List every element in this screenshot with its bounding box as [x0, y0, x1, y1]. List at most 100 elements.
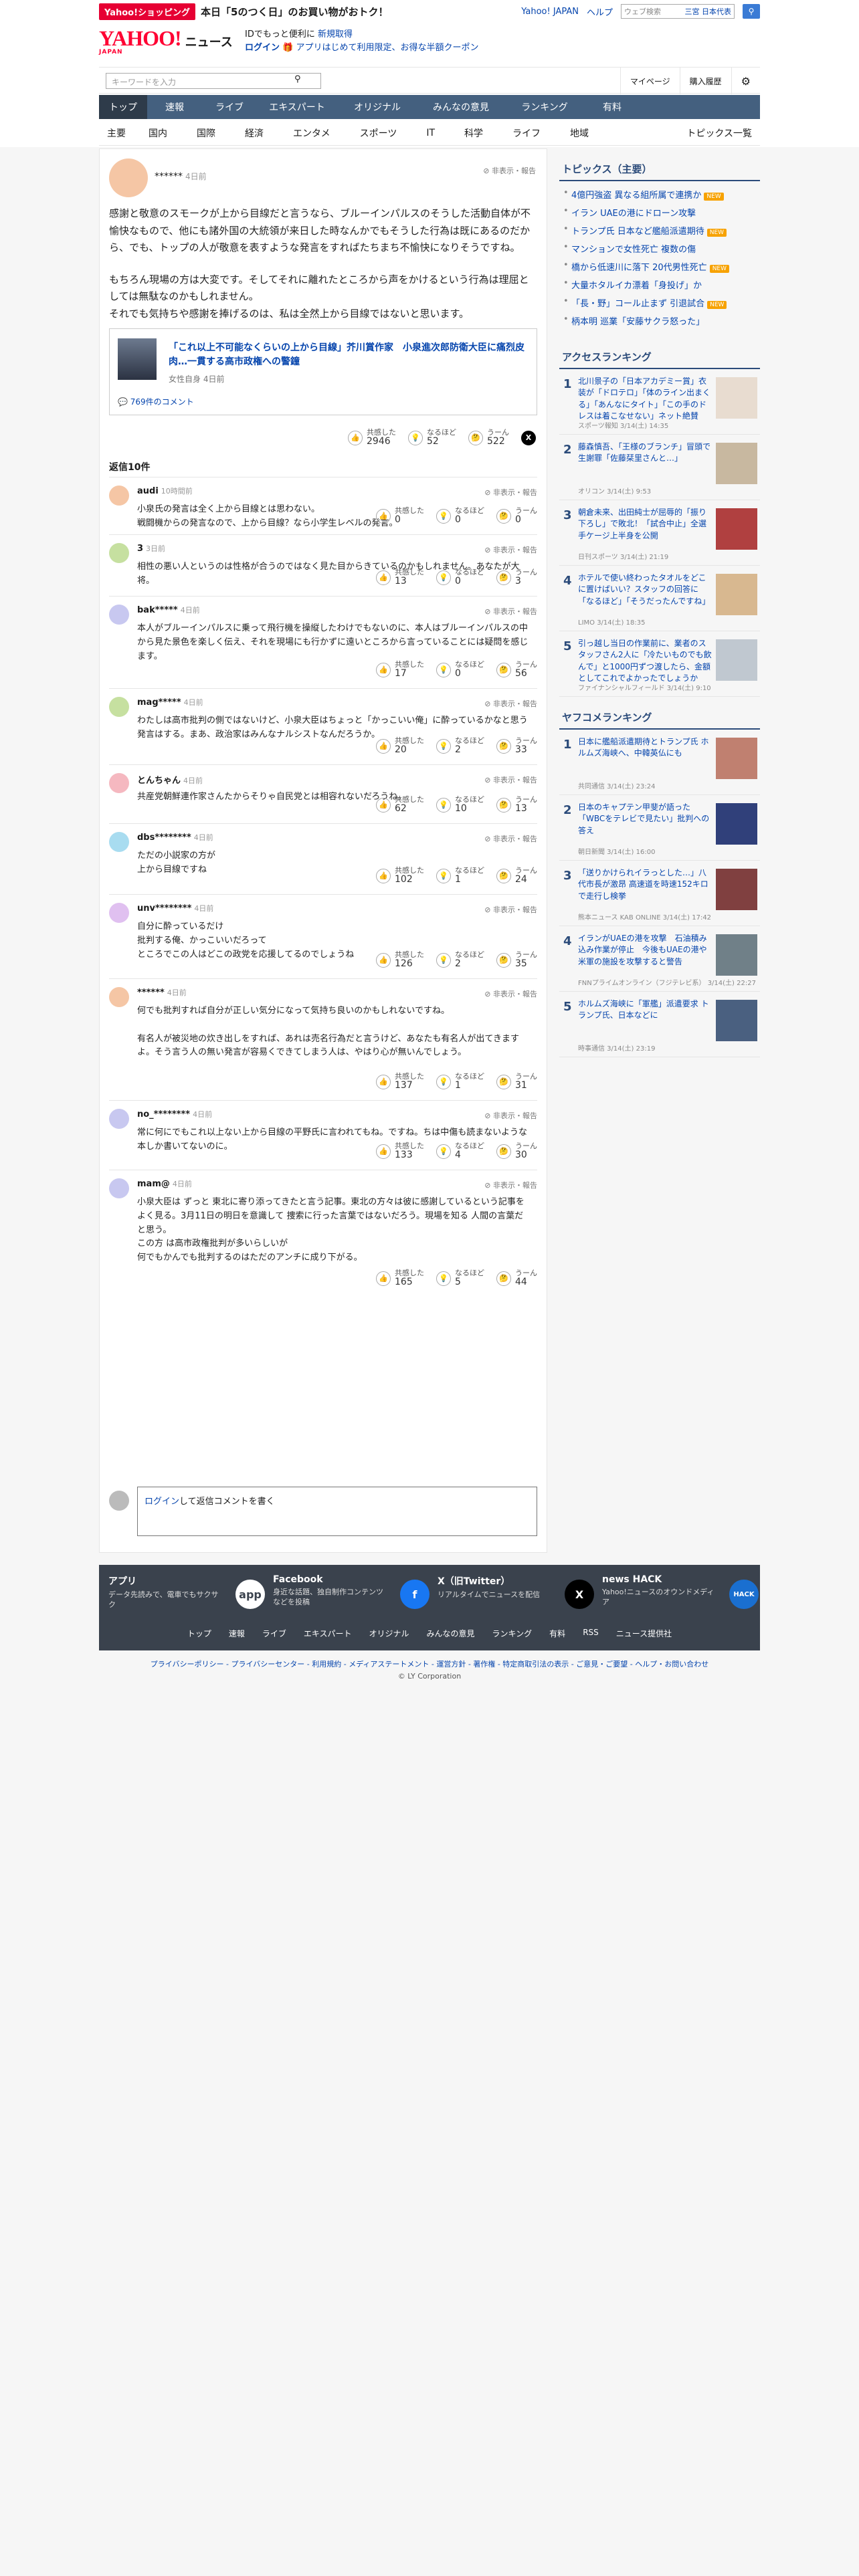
x-share-button[interactable]: X — [521, 429, 536, 447]
uun-button[interactable]: 🤔 うーん 56 — [496, 660, 537, 679]
empathy-button[interactable]: 👍 共感した 17 — [376, 660, 424, 679]
topic-text[interactable]: トランプ氏 日本など艦船派遣期待 — [571, 227, 704, 237]
footer-nav-link[interactable]: ライブ — [262, 1628, 286, 1639]
uun-button[interactable]: 🤔 うーん 522 — [468, 428, 509, 447]
topic-text[interactable]: 柄本明 巡業「安藤サクラ怒った」 — [571, 317, 704, 327]
hide-report-link[interactable]: ⊘ 非表示・報告 — [484, 833, 537, 844]
topic-text[interactable]: イラン UAEの港にドローン攻撃 — [571, 209, 696, 219]
snav-economy[interactable]: 経済 — [230, 126, 278, 140]
gnav-ranking[interactable]: ランキング — [504, 95, 585, 119]
hide-report-link[interactable]: ⊘ 非表示・報告 — [484, 1180, 537, 1190]
snav-science[interactable]: 科学 — [450, 126, 498, 140]
rank-title[interactable]: 朝倉未来、出田純士が屈辱的「振り下ろし」で敗北！「試合中止」全選手ケージ上半身を… — [578, 507, 712, 542]
footer-nav-link[interactable]: エキスパート — [304, 1628, 352, 1639]
uun-button[interactable]: 🤔 うーん 0 — [496, 506, 537, 525]
naruhodo-button[interactable]: 💡 なるほど 2 — [436, 736, 484, 755]
ranking-item[interactable]: 5 ホルムズ海峡に「軍艦」派遣要求 トランプ氏、日本などに 時事通信 3/14(… — [559, 992, 760, 1057]
footer-nav-link[interactable]: ニュース提供社 — [616, 1628, 672, 1639]
topic-item[interactable]: 「長・野」コール止まず 引退試合NEW — [559, 294, 760, 312]
footer-tile[interactable]: X（旧Twitter） リアルタイムでニュースを配信 X — [438, 1574, 599, 1616]
topic-text[interactable]: 大量ホタルイカ漂着「身投げ」か — [571, 281, 702, 291]
topic-text[interactable]: 4億円強盗 異なる組所属で連携か — [571, 191, 701, 201]
footer-nav-link[interactable]: オリジナル — [369, 1628, 409, 1639]
ranking-item[interactable]: 3 「送りかけられイラっとした…」八代市長が激昂 高速道を時速152キロで走行し… — [559, 861, 760, 926]
websearch-button[interactable]: ⚲ — [743, 4, 760, 19]
hide-report-link[interactable]: ⊘ 非表示・報告 — [484, 904, 537, 915]
ranking-item[interactable]: 2 日本のキャプテン甲斐が語った「WBCをテレビで見たい」批判への答え 朝日新聞… — [559, 795, 760, 861]
ranking-item[interactable]: 4 ホテルで使い終わったタオルをどこに置けばいい？スタッフの回答に「なるほど」「… — [559, 566, 760, 631]
empathy-button[interactable]: 👍 共感した 133 — [376, 1142, 424, 1160]
gnav-live[interactable]: ライブ — [202, 95, 257, 119]
topic-text[interactable]: 橋から低速川に落下 20代男性死亡 — [571, 263, 707, 273]
hide-report-link[interactable]: ⊘ 非表示・報告 — [484, 698, 537, 709]
settings-button[interactable]: ⚙ — [731, 68, 760, 94]
ranking-item[interactable]: 4 イランがUAEの港を攻撃 石油積み込み作業が停止 今後もUAEの港や米軍の施… — [559, 926, 760, 992]
rank-title[interactable]: 日本に艦船派遣期待とトランプ氏 ホルムズ海峡へ、中韓英仏にも — [578, 736, 712, 760]
rank-title[interactable]: 「送りかけられイラっとした…」八代市長が激昂 高速道を時速152キロで走行し検挙 — [578, 867, 712, 902]
ranking-item[interactable]: 3 朝倉未来、出田純士が屈辱的「振り下ろし」で敗北！「試合中止」全選手ケージ上半… — [559, 500, 760, 566]
hide-report-link[interactable]: ⊘ 非表示・報告 — [484, 544, 537, 555]
empathy-button[interactable]: 👍 共感した 13 — [376, 568, 424, 586]
websearch-input[interactable]: ウェブ検索 三宮 日本代表 — [621, 4, 735, 19]
ranking-item[interactable]: 1 日本に艦船派遣期待とトランプ氏 ホルムズ海峡へ、中韓英仏にも 共同通信 3/… — [559, 730, 760, 795]
footer-nav-link[interactable]: 速報 — [229, 1628, 245, 1639]
topic-item[interactable]: マンションで女性死亡 複数の傷 — [559, 239, 760, 257]
keyword-search-button[interactable]: ⚲ — [294, 74, 308, 88]
naruhodo-button[interactable]: 💡 なるほど 52 — [408, 428, 456, 447]
gnav-top[interactable]: トップ — [99, 95, 147, 119]
snav-domestic[interactable]: 国内 — [134, 126, 182, 140]
yahoo-news-logo[interactable]: YAHOO! JAPAN ニュース — [99, 25, 233, 58]
gnav-breaking[interactable]: 速報 — [147, 95, 202, 119]
empathy-button[interactable]: 👍 共感した 20 — [376, 736, 424, 755]
empathy-button[interactable]: 👍 共感した 0 — [376, 506, 424, 525]
mypage-button[interactable]: マイページ — [619, 68, 680, 94]
topic-text[interactable]: マンションで女性死亡 複数の傷 — [571, 245, 696, 255]
ranking-item[interactable]: 1 北川景子の「日本アカデミー賞」衣装が「ドロテロ」「体のライン出まくる」「あん… — [559, 369, 760, 435]
footer-tile[interactable]: news HACK Yahoo!ニュースのオウンドメディア HACK — [602, 1574, 764, 1616]
hide-report-link[interactable]: ⊘ 非表示・報告 — [484, 988, 537, 999]
rank-title[interactable]: 藤森慎吾、「王様のブランチ」冒頭で生謝罪「佐藤栞里さんと…」 — [578, 441, 712, 465]
gnav-original[interactable]: オリジナル — [337, 95, 417, 119]
topic-item[interactable]: イラン UAEの港にドローン攻撃 — [559, 203, 760, 221]
yahoo-japan-link[interactable]: Yahoo! JAPAN — [521, 7, 579, 17]
empathy-button[interactable]: 👍 共感した 62 — [376, 795, 424, 814]
empathy-button[interactable]: 👍 共感した 102 — [376, 866, 424, 885]
topic-item[interactable]: 4億円強盗 異なる組所属で連携かNEW — [559, 185, 760, 203]
uun-button[interactable]: 🤔 うーん 44 — [496, 1269, 537, 1287]
footer-nav-link[interactable]: ランキング — [492, 1628, 533, 1639]
naruhodo-button[interactable]: 💡 なるほど 0 — [436, 660, 484, 679]
uun-button[interactable]: 🤔 うーん 30 — [496, 1142, 537, 1160]
hide-report-link[interactable]: ⊘ 非表示・報告 — [483, 165, 536, 176]
naruhodo-button[interactable]: 💡 なるほど 2 — [436, 950, 484, 969]
rank-title[interactable]: イランがUAEの港を攻撃 石油積み込み作業が停止 今後もUAEの港や米軍の施設を… — [578, 933, 712, 968]
footer-tile[interactable]: アプリ データ先読みで、電車でもサクサク app — [108, 1574, 270, 1616]
coupon-link[interactable]: アプリはじめて利用限定、お得な半額クーポン — [296, 43, 478, 53]
keyword-input[interactable]: キーワードを入力 — [106, 73, 321, 89]
hide-report-link[interactable]: ⊘ 非表示・報告 — [484, 487, 537, 498]
gnav-opinion[interactable]: みんなの意見 — [417, 95, 504, 119]
snav-topics-list[interactable]: トピックス一覧 — [678, 126, 760, 140]
login-link[interactable]: ログイン — [245, 43, 280, 53]
uun-button[interactable]: 🤔 うーん 24 — [496, 866, 537, 885]
topic-item[interactable]: トランプ氏 日本など艦船派遣期待NEW — [559, 221, 760, 239]
uun-button[interactable]: 🤔 うーん 13 — [496, 795, 537, 814]
footer-nav-link[interactable]: みんなの意見 — [427, 1628, 475, 1639]
history-button[interactable]: 購入履歴 — [679, 68, 731, 94]
article-card[interactable]: 「これ以上不可能なくらいの上から目線」芥川賞作家 小泉進次郎防衛大臣に痛烈皮肉…… — [109, 328, 537, 415]
article-title[interactable]: 「これ以上不可能なくらいの上から目線」芥川賞作家 小泉進次郎防衛大臣に痛烈皮肉…… — [169, 341, 529, 369]
snav-it[interactable]: IT — [411, 128, 450, 138]
uun-button[interactable]: 🤔 うーん 35 — [496, 950, 537, 969]
footer-nav-link[interactable]: 有料 — [549, 1628, 565, 1639]
naruhodo-button[interactable]: 💡 なるほど 1 — [436, 866, 484, 885]
register-link[interactable]: 新規取得 — [318, 29, 353, 39]
snav-world[interactable]: 国際 — [182, 126, 230, 140]
uun-button[interactable]: 🤔 うーん 3 — [496, 568, 537, 586]
snav-sports[interactable]: スポーツ — [345, 126, 412, 140]
footer-nav-link[interactable]: RSS — [583, 1628, 599, 1639]
ranking-item[interactable]: 2 藤森慎吾、「王様のブランチ」冒頭で生謝罪「佐藤栞里さんと…」 オリコン 3/… — [559, 435, 760, 500]
topic-item[interactable]: 柄本明 巡業「安藤サクラ怒った」 — [559, 312, 760, 330]
empathy-button[interactable]: 👍 共感した 126 — [376, 950, 424, 969]
uun-button[interactable]: 🤔 うーん 31 — [496, 1072, 537, 1091]
topic-text[interactable]: 「長・野」コール止まず 引退試合 — [571, 299, 704, 309]
hide-report-link[interactable]: ⊘ 非表示・報告 — [484, 606, 537, 617]
